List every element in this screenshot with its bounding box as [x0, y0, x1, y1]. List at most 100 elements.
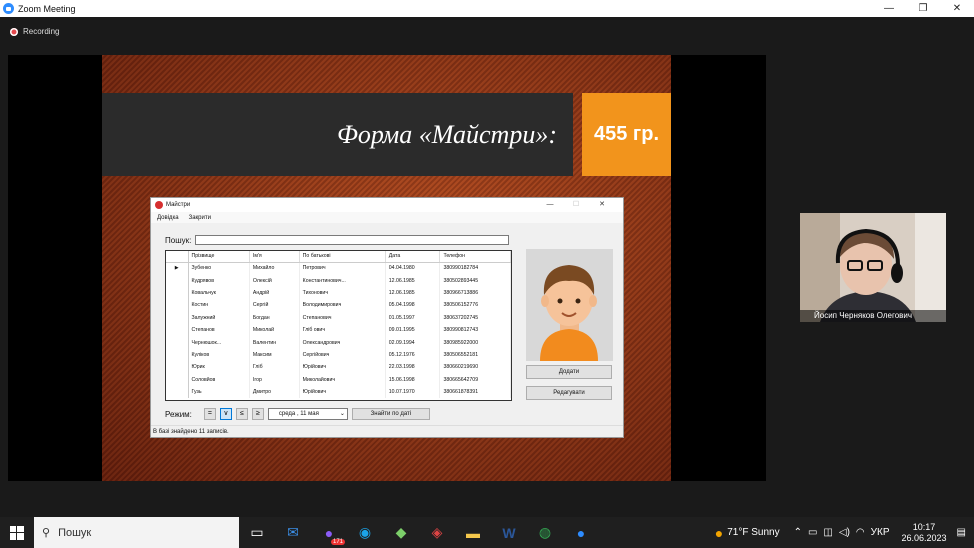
table-cell[interactable]: Сергій: [249, 299, 300, 312]
table-cell[interactable]: 380661878391: [439, 385, 511, 399]
table-cell[interactable]: 02.09.1994: [385, 336, 441, 349]
table-cell[interactable]: Степанович: [299, 311, 386, 324]
recording-indicator[interactable]: Recording: [10, 27, 59, 36]
table-cell[interactable]: Дмитро: [249, 385, 300, 399]
masters-table[interactable]: Прізвище Ім'я По батькові Дата Телефон ▶…: [165, 250, 512, 401]
volume-icon[interactable]: ◁): [839, 527, 850, 538]
search-input[interactable]: [195, 235, 510, 245]
notifications-icon[interactable]: ▤: [957, 527, 966, 538]
language-indicator[interactable]: УКР: [871, 527, 890, 538]
table-cell[interactable]: 05.12.1976: [385, 348, 441, 362]
table-cell[interactable]: Залужний: [188, 311, 250, 324]
table-cell[interactable]: 380985922000: [439, 336, 511, 349]
table-row[interactable]: ▶ Зубенко Михайло Петрович 04.04.1980 3809901…: [166, 262, 511, 275]
task-view-icon[interactable]: ▭: [239, 517, 275, 548]
table-cell[interactable]: Куліков: [188, 348, 250, 362]
table-cell[interactable]: Гліб ович: [299, 323, 386, 337]
viber-icon[interactable]: ● 171: [311, 517, 347, 548]
table-cell[interactable]: Петрович: [299, 262, 386, 275]
wifi-icon[interactable]: ◠: [856, 527, 865, 538]
table-cell[interactable]: Кудрявов: [188, 274, 250, 287]
clock[interactable]: 10:17 26.06.2023: [902, 522, 947, 544]
table-cell[interactable]: Максим: [249, 348, 300, 362]
row-header[interactable]: [166, 361, 189, 374]
table-row[interactable]: Чернюшок... Валентин Олександрович 02.09.19…: [166, 336, 511, 349]
menu-close[interactable]: Закрити: [189, 215, 211, 221]
table-cell[interactable]: Гліб: [249, 361, 300, 374]
taskbar-search[interactable]: ⚲ Пошук: [34, 517, 239, 548]
table-row[interactable]: Юрик Гліб Юрійович 22.03.1998 380660219690: [166, 361, 511, 374]
app-icon-2[interactable]: ◈: [419, 517, 455, 548]
table-cell[interactable]: 01.05.1997: [385, 311, 441, 324]
table-cell[interactable]: Олександрович: [299, 336, 386, 349]
table-cell[interactable]: 12.06.1985: [385, 286, 441, 300]
mode-or-button[interactable]: ∨: [219, 408, 232, 420]
row-header[interactable]: [166, 274, 189, 287]
weather-text[interactable]: 71°F Sunny: [727, 527, 779, 538]
word-icon[interactable]: W: [491, 517, 527, 548]
row-header[interactable]: [166, 286, 189, 300]
chevron-up-icon[interactable]: ⌃: [794, 527, 802, 538]
row-header[interactable]: [166, 311, 189, 324]
date-picker[interactable]: среда , 11 мая ⌄: [267, 408, 348, 420]
table-cell[interactable]: Ігор: [249, 373, 300, 386]
table-cell[interactable]: 15.06.1998: [385, 373, 441, 386]
table-row[interactable]: Ковальчук Андрій Тихонович 12.06.1985 380966…: [166, 286, 511, 300]
table-cell[interactable]: 380506152776: [439, 299, 511, 312]
row-header[interactable]: [166, 323, 189, 337]
table-cell[interactable]: Богдан: [249, 311, 300, 324]
table-row[interactable]: Соловйов Ігор Миколайович 15.06.1998 3806656…: [166, 373, 511, 386]
table-cell[interactable]: Андрій: [249, 286, 300, 300]
table-cell[interactable]: Юрик: [188, 361, 250, 374]
table-cell[interactable]: 380637202745: [439, 311, 511, 324]
col-header[interactable]: Телефон: [439, 251, 511, 263]
table-cell[interactable]: Гузь: [188, 385, 250, 399]
zoom-icon[interactable]: ●: [563, 517, 599, 548]
mode-le-button[interactable]: ≤: [235, 408, 248, 420]
table-cell[interactable]: 380506552181: [439, 348, 511, 362]
restore-icon[interactable]: ❐: [906, 0, 940, 17]
table-cell[interactable]: Соловйов: [188, 373, 250, 386]
table-cell[interactable]: 10.07.1970: [385, 385, 441, 399]
minimize-icon[interactable]: —: [872, 0, 906, 17]
table-row[interactable]: Костин Сергій Володимирович 05.04.1998 38050…: [166, 299, 511, 312]
col-header[interactable]: Ім'я: [249, 251, 300, 263]
form-close-icon[interactable]: ✕: [589, 198, 615, 212]
table-cell[interactable]: 09.01.1995: [385, 323, 441, 337]
table-cell[interactable]: Константинович...: [299, 274, 386, 287]
mail-icon[interactable]: ✉: [275, 517, 311, 548]
app-icon-1[interactable]: ◆: [383, 517, 419, 548]
table-row[interactable]: Гузь Дмитро Юрійович 10.07.1970 380661878391: [166, 385, 511, 399]
file-explorer-icon[interactable]: ▬: [455, 517, 491, 548]
menu-help[interactable]: Довідка: [157, 215, 179, 221]
battery-icon[interactable]: ▭: [808, 527, 817, 538]
row-header[interactable]: [166, 336, 189, 349]
row-header[interactable]: [166, 348, 189, 362]
table-cell[interactable]: Юрійович: [299, 385, 386, 399]
form-maximize-icon[interactable]: ☐: [563, 198, 589, 212]
table-row[interactable]: Кудрявов Олексій Константинович... 12.06.19…: [166, 274, 511, 287]
table-cell[interactable]: Ковальчук: [188, 286, 250, 300]
edge-icon[interactable]: ◉: [347, 517, 383, 548]
table-cell[interactable]: Зубенко: [188, 262, 250, 275]
table-row[interactable]: Степанов Миколай Гліб ович 09.01.1995 380990…: [166, 323, 511, 337]
table-cell[interactable]: 22.03.1998: [385, 361, 441, 374]
table-cell[interactable]: Миколайович: [299, 373, 386, 386]
form-minimize-icon[interactable]: —: [537, 198, 563, 212]
row-header[interactable]: [166, 373, 189, 386]
table-cell[interactable]: Костин: [188, 299, 250, 312]
mode-ge-button[interactable]: ≥: [251, 408, 264, 420]
table-cell[interactable]: Чернюшок...: [188, 336, 250, 349]
meet-now-icon[interactable]: ◫: [823, 527, 832, 538]
col-header[interactable]: По батькові: [299, 251, 386, 263]
table-cell[interactable]: 380966713886: [439, 286, 511, 300]
chrome-icon[interactable]: ◍: [527, 517, 563, 548]
table-cell[interactable]: Михайло: [249, 262, 300, 275]
table-cell[interactable]: Сергійович: [299, 348, 386, 362]
row-header[interactable]: [166, 385, 189, 399]
participant-video[interactable]: Йосип Черняков Олегович: [800, 213, 946, 322]
row-selector-icon[interactable]: ▶: [166, 262, 189, 275]
table-cell[interactable]: 05.04.1998: [385, 299, 441, 312]
col-header[interactable]: Прізвище: [188, 251, 250, 263]
table-cell[interactable]: 380665642709: [439, 373, 511, 386]
